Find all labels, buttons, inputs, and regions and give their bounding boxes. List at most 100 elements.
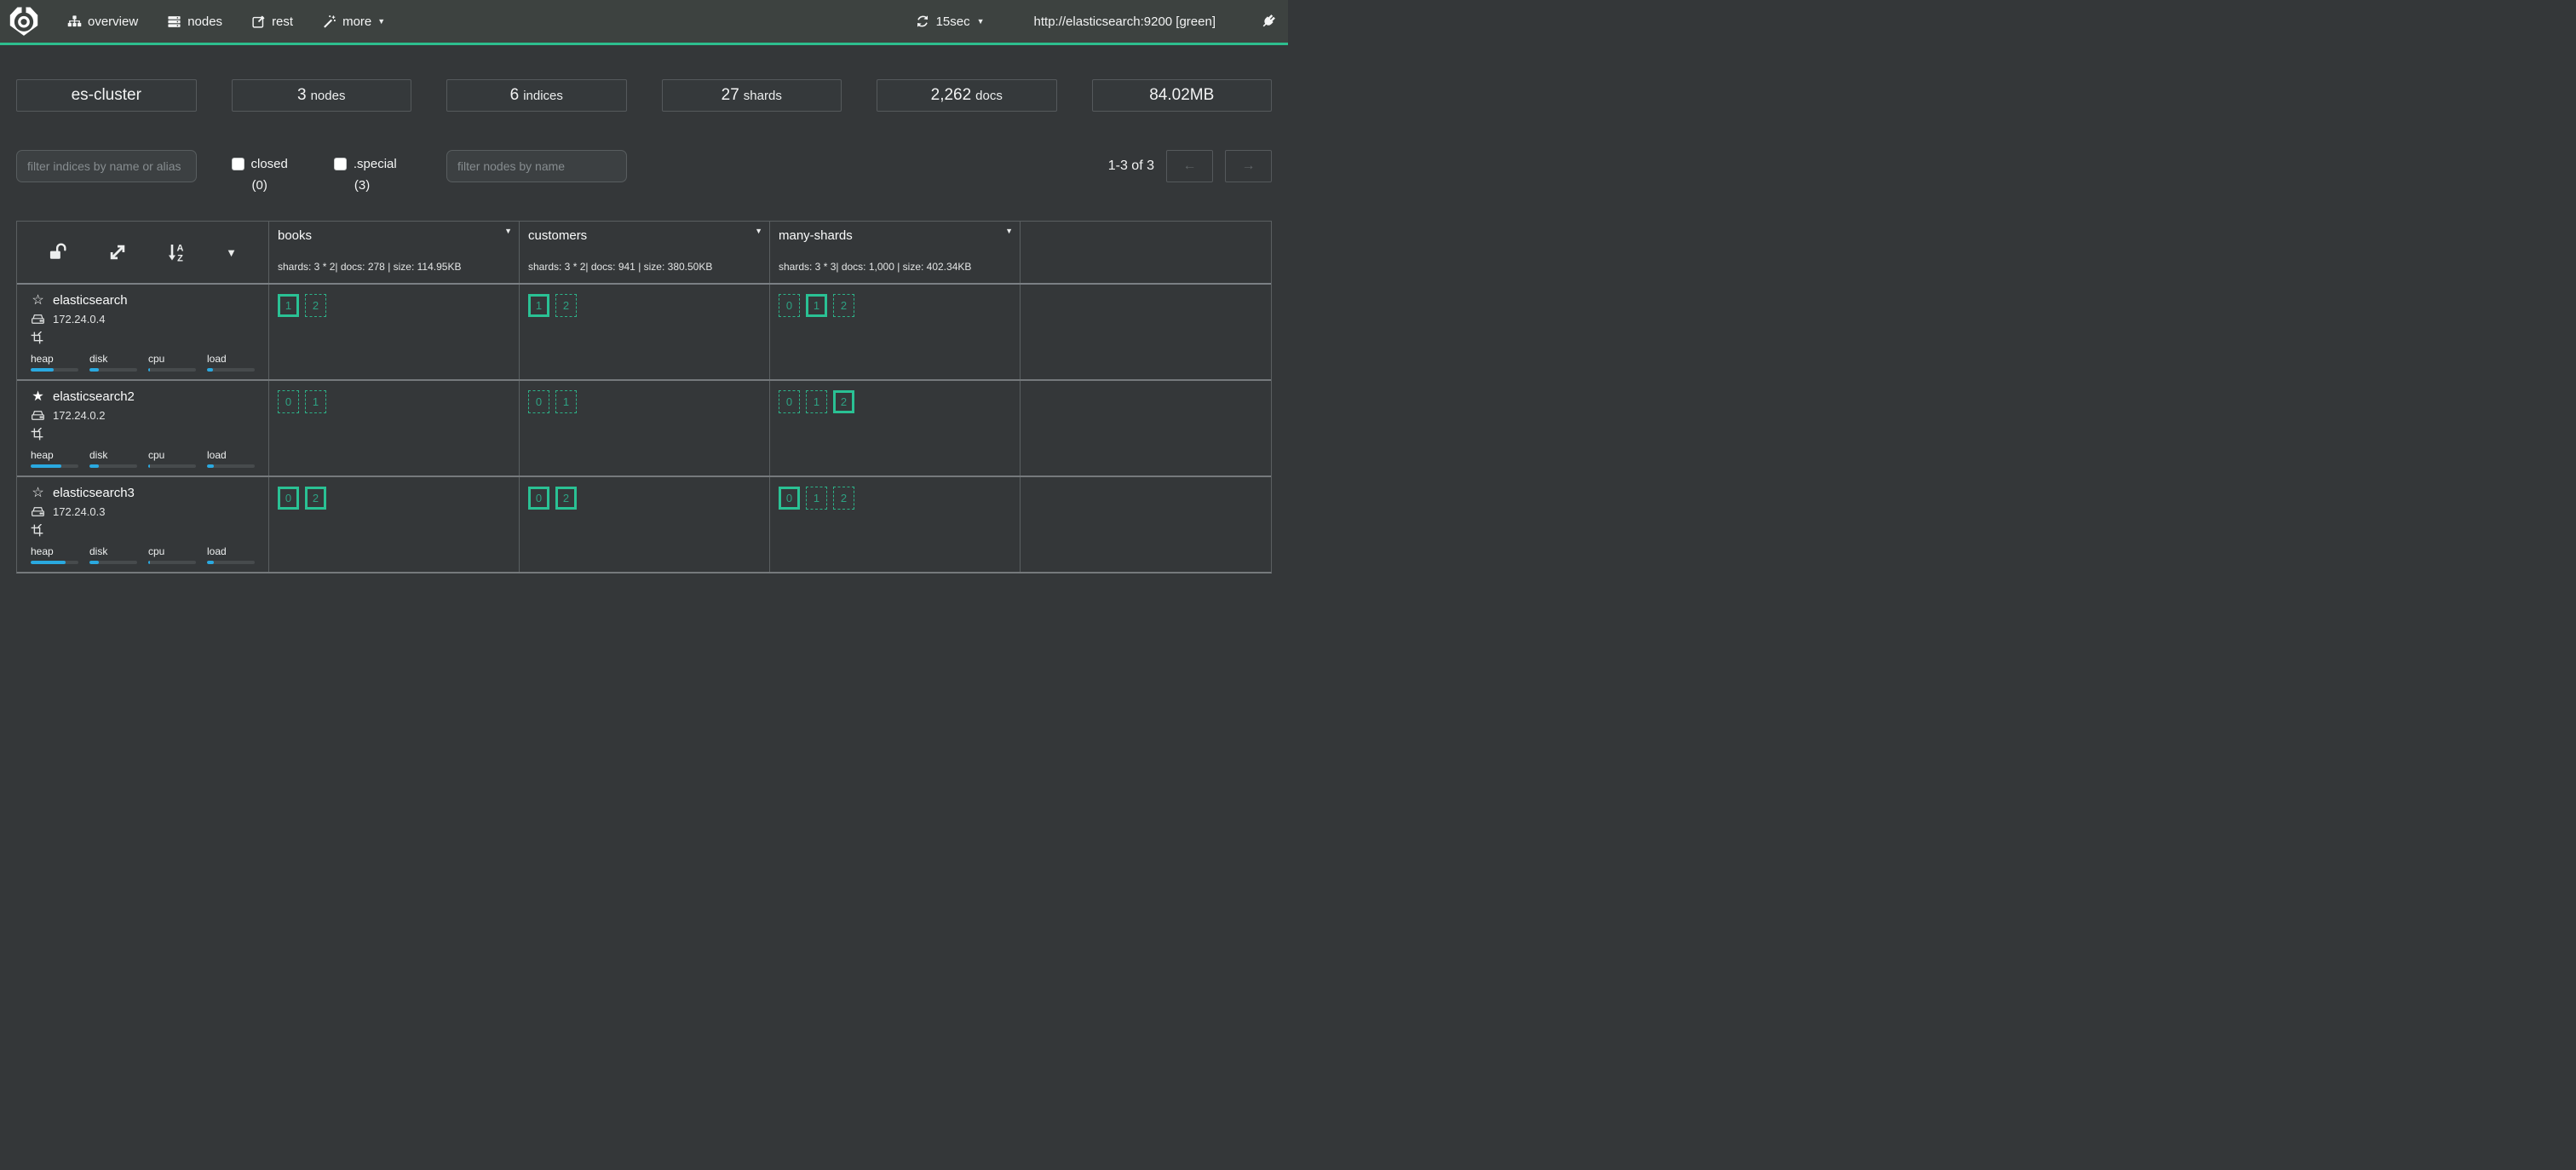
- cpu-bar-fill: [148, 464, 150, 468]
- stat-indices: 6 indices: [446, 79, 627, 112]
- node-name[interactable]: elasticsearch2: [53, 389, 135, 404]
- shard-box-primary[interactable]: 0: [779, 487, 800, 510]
- shard-box-replica[interactable]: 0: [779, 390, 800, 413]
- metric-cpu: cpu: [148, 545, 196, 564]
- node-ip: 172.24.0.4: [53, 313, 105, 326]
- expand-arrows-icon[interactable]: [108, 243, 127, 262]
- shard-box-primary[interactable]: 0: [528, 487, 549, 510]
- metric-load: load: [207, 545, 255, 564]
- stat-unit: docs: [975, 89, 1003, 103]
- metric-label: heap: [31, 545, 78, 557]
- crop-icon: [31, 428, 43, 441]
- filter-nodes-input[interactable]: [446, 150, 627, 182]
- next-page-button[interactable]: →: [1225, 150, 1272, 182]
- shard-number: 1: [285, 299, 291, 312]
- node-ip: 172.24.0.2: [53, 409, 105, 422]
- disconnect-plug-icon[interactable]: [1260, 14, 1276, 30]
- cpu-bar-fill: [148, 561, 150, 564]
- shard-box-replica[interactable]: 1: [305, 390, 326, 413]
- metric-label: disk: [89, 545, 137, 557]
- index-stats: shards: 3 * 2| docs: 941 | size: 380.50K…: [528, 261, 712, 273]
- index-stats: shards: 3 * 2| docs: 278 | size: 114.95K…: [278, 261, 461, 273]
- shard-cell-books: 0 2: [269, 477, 520, 572]
- stat-nodes: 3 nodes: [232, 79, 412, 112]
- index-name[interactable]: books: [278, 228, 312, 243]
- load-bar-fill: [207, 368, 213, 372]
- special-label: .special: [354, 157, 397, 171]
- shard-box-primary[interactable]: 1: [528, 294, 549, 317]
- index-menu-caret-icon[interactable]: ▼: [755, 227, 762, 235]
- shard-cell-customers: 0 2: [520, 477, 770, 572]
- metric-label: disk: [89, 449, 137, 461]
- crop-icon: [31, 331, 43, 344]
- cpu-bar: [148, 464, 196, 468]
- shard-box-primary[interactable]: 2: [555, 487, 577, 510]
- closed-checkbox[interactable]: [232, 158, 244, 170]
- node-info-cell: ☆ elasticsearch 172.24.0.4: [17, 285, 269, 379]
- sort-alpha-icon[interactable]: A Z: [166, 242, 187, 262]
- shard-box-replica[interactable]: 0: [278, 390, 299, 413]
- nav-more[interactable]: more ▼: [308, 0, 400, 43]
- shard-number: 0: [786, 492, 792, 504]
- metric-load: load: [207, 353, 255, 372]
- heap-bar-fill: [31, 561, 66, 564]
- shard-box-replica[interactable]: 0: [779, 294, 800, 317]
- nav-rest-label: rest: [272, 14, 293, 29]
- shard-box-primary[interactable]: 2: [833, 390, 854, 413]
- filters-row: closed (0) .special (3) 1-3 of 3 ← →: [16, 150, 1272, 193]
- index-name[interactable]: customers: [528, 228, 587, 243]
- star-outline-icon: ☆: [31, 294, 45, 308]
- index-header-books: books ▼ shards: 3 * 2| docs: 278 | size:…: [269, 222, 520, 283]
- disk-bar: [89, 561, 137, 564]
- shard-box-replica[interactable]: 2: [833, 487, 854, 510]
- shard-number: 0: [786, 395, 792, 408]
- refresh-interval-dropdown[interactable]: 15sec ▼: [916, 14, 985, 29]
- index-filter-checkboxes: closed (0) .special (3): [232, 150, 412, 193]
- metric-label: load: [207, 449, 255, 461]
- metric-label: cpu: [148, 545, 196, 557]
- index-menu-caret-icon[interactable]: ▼: [1005, 227, 1013, 235]
- shard-box-replica[interactable]: 1: [555, 390, 577, 413]
- shard-cell-empty: [1021, 285, 1271, 379]
- nav-rest[interactable]: rest: [237, 0, 308, 43]
- shard-box-replica[interactable]: 1: [806, 487, 827, 510]
- hard-drive-icon: [31, 409, 45, 422]
- nav-overview[interactable]: overview: [53, 0, 152, 43]
- disk-bar: [89, 464, 137, 468]
- shard-cell-empty: [1021, 381, 1271, 475]
- shard-box-replica[interactable]: 0: [528, 390, 549, 413]
- shard-box-replica[interactable]: 2: [305, 294, 326, 317]
- node-name[interactable]: elasticsearch3: [53, 486, 135, 500]
- cerebro-logo-icon[interactable]: [9, 5, 41, 37]
- node-name[interactable]: elasticsearch: [53, 293, 128, 308]
- stat-value: 6: [510, 86, 520, 105]
- filter-indices-input[interactable]: [16, 150, 197, 182]
- shard-box-primary[interactable]: 1: [806, 294, 827, 317]
- cerebro-logo-icon: [9, 6, 39, 37]
- connection-status[interactable]: http://elasticsearch:9200 [green]: [1034, 14, 1216, 29]
- shard-box-replica[interactable]: 1: [806, 390, 827, 413]
- index-menu-caret-icon[interactable]: ▼: [504, 227, 512, 235]
- special-checkbox[interactable]: [334, 158, 347, 170]
- shard-box-replica[interactable]: 2: [555, 294, 577, 317]
- nav-nodes[interactable]: nodes: [152, 0, 237, 43]
- refresh-interval-label: 15sec: [936, 14, 970, 29]
- prev-page-button[interactable]: ←: [1166, 150, 1213, 182]
- stat-size: 84.02MB: [1092, 79, 1273, 112]
- shard-cell-customers: 0 1: [520, 381, 770, 475]
- shard-box-primary[interactable]: 2: [305, 487, 326, 510]
- shard-cell-customers: 1 2: [520, 285, 770, 379]
- shard-box-primary[interactable]: 1: [278, 294, 299, 317]
- shard-number: 1: [313, 395, 319, 408]
- metric-disk: disk: [89, 449, 137, 468]
- chevron-down-icon: ▼: [977, 18, 985, 26]
- shard-box-primary[interactable]: 0: [278, 487, 299, 510]
- index-name[interactable]: many-shards: [779, 228, 853, 243]
- unlock-icon[interactable]: [49, 243, 69, 262]
- shard-box-replica[interactable]: 2: [833, 294, 854, 317]
- navbar: overview nodes rest more ▼: [0, 0, 1288, 43]
- shard-number: 0: [285, 492, 291, 504]
- metric-label: cpu: [148, 353, 196, 365]
- metric-label: heap: [31, 449, 78, 461]
- table-options-caret-icon[interactable]: ▼: [226, 247, 237, 258]
